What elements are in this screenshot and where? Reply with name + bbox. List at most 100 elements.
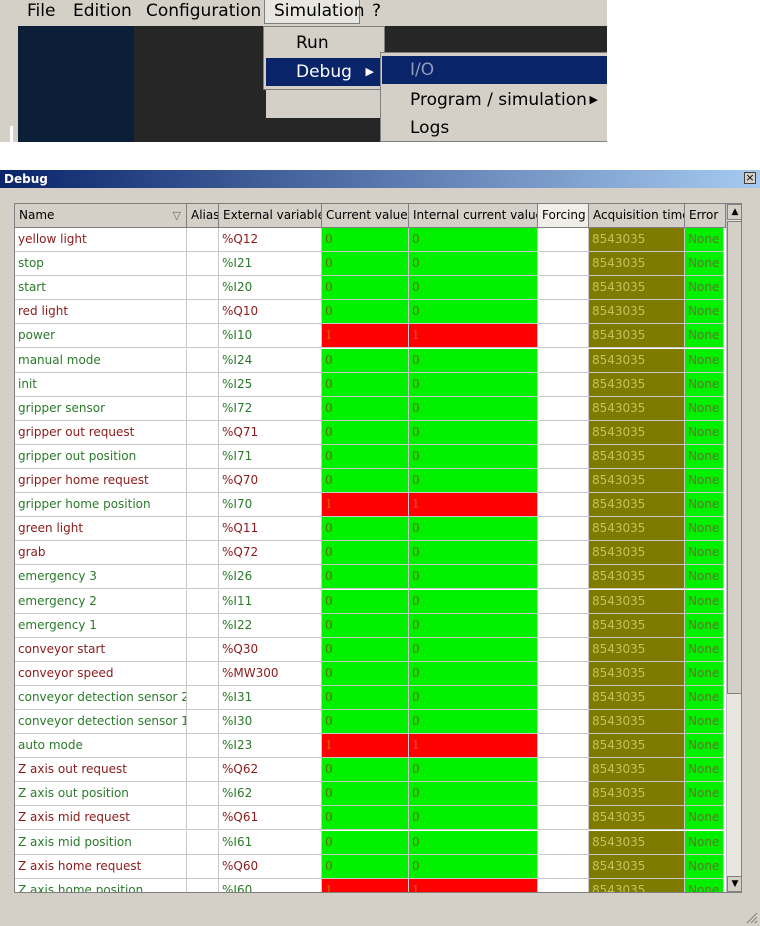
table-row[interactable]: Z axis mid request %Q61 0 0 8543035 None xyxy=(15,806,726,830)
scroll-up-arrow-icon[interactable]: ▲ xyxy=(727,204,741,220)
cell-forcing[interactable] xyxy=(538,806,589,830)
table-row[interactable]: Z axis out position %I62 0 0 8543035 None xyxy=(15,782,726,806)
cell-forcing[interactable] xyxy=(538,662,589,686)
menu-item-logs[interactable]: Logs xyxy=(382,114,607,142)
scrollbar-thumb[interactable] xyxy=(727,221,741,694)
simulation-dropdown: Run Debug ▶ xyxy=(263,26,385,90)
cell-forcing[interactable] xyxy=(538,638,589,662)
cell-name: Z axis mid position xyxy=(15,831,187,855)
cell-alias xyxy=(187,879,219,892)
cell-alias xyxy=(187,421,219,445)
cell-acquisition-time: 8543035 xyxy=(589,565,685,589)
cell-forcing[interactable] xyxy=(538,758,589,782)
table-row[interactable]: manual mode %I24 0 0 8543035 None xyxy=(15,349,726,373)
column-alias-header[interactable]: Alias xyxy=(187,204,219,228)
table-row[interactable]: power %I10 1 1 8543035 None xyxy=(15,324,726,348)
column-external-variable-header[interactable]: External variable xyxy=(219,204,322,228)
cell-acquisition-time: 8543035 xyxy=(589,855,685,879)
menu-file[interactable]: File xyxy=(27,0,55,26)
cell-forcing[interactable] xyxy=(538,565,589,589)
cell-forcing[interactable] xyxy=(538,493,589,517)
column-error-header[interactable]: Error xyxy=(685,204,726,228)
menu-item-debug[interactable]: Debug ▶ xyxy=(266,58,382,86)
cell-forcing[interactable] xyxy=(538,373,589,397)
sort-triangle-icon[interactable]: ▽ xyxy=(173,210,181,221)
cell-forcing[interactable] xyxy=(538,590,589,614)
cell-forcing[interactable] xyxy=(538,831,589,855)
cell-current-value: 0 xyxy=(322,397,409,421)
cell-forcing[interactable] xyxy=(538,686,589,710)
table-row[interactable]: green light %Q11 0 0 8543035 None xyxy=(15,517,726,541)
table-row[interactable]: Z axis mid position %I61 0 0 8543035 None xyxy=(15,831,726,855)
cell-forcing[interactable] xyxy=(538,421,589,445)
cell-forcing[interactable] xyxy=(538,324,589,348)
table-row[interactable]: gripper sensor %I72 0 0 8543035 None xyxy=(15,397,726,421)
cell-forcing[interactable] xyxy=(538,445,589,469)
cell-forcing[interactable] xyxy=(538,300,589,324)
cell-error: None xyxy=(685,686,724,710)
cell-forcing[interactable] xyxy=(538,541,589,565)
cell-name: conveyor detection sensor 1 xyxy=(15,710,187,734)
cell-name: gripper sensor xyxy=(15,397,187,421)
table-row[interactable]: init %I25 0 0 8543035 None xyxy=(15,373,726,397)
table-row[interactable]: conveyor detection sensor 1 %I30 0 0 8543035… xyxy=(15,710,726,734)
table-row[interactable]: emergency 2 %I11 0 0 8543035 None xyxy=(15,590,726,614)
menu-simulation[interactable]: Simulation xyxy=(264,0,365,24)
scroll-down-arrow-icon[interactable]: ▼ xyxy=(727,876,741,892)
cell-forcing[interactable] xyxy=(538,879,589,892)
table-row[interactable]: emergency 3 %I26 0 0 8543035 None xyxy=(15,565,726,589)
table-row[interactable]: conveyor start %Q30 0 0 8543035 None xyxy=(15,638,726,662)
cell-error: None xyxy=(685,831,724,855)
menu-configuration[interactable]: Configuration xyxy=(146,0,261,26)
column-forcing-header[interactable]: Forcing xyxy=(538,204,589,228)
cell-error: None xyxy=(685,662,724,686)
column-current-value-header[interactable]: Current value xyxy=(322,204,409,228)
table-row[interactable]: Z axis home position %I60 1 1 8543035 None xyxy=(15,879,726,892)
menu-edition[interactable]: Edition xyxy=(73,0,132,26)
cell-forcing[interactable] xyxy=(538,276,589,300)
menu-item-io[interactable]: I/O xyxy=(382,56,607,84)
resize-grip-icon[interactable] xyxy=(744,910,758,924)
menu-item-program-simulation[interactable]: Program / simulation ▶ xyxy=(382,86,607,114)
cell-alias xyxy=(187,831,219,855)
cell-forcing[interactable] xyxy=(538,397,589,421)
close-button[interactable]: × xyxy=(744,172,756,184)
table-row[interactable]: Z axis home request %Q60 0 0 8543035 None xyxy=(15,855,726,879)
cell-forcing[interactable] xyxy=(538,517,589,541)
cell-external-variable: %Q30 xyxy=(219,638,322,662)
table-row[interactable]: gripper out request %Q71 0 0 8543035 None xyxy=(15,421,726,445)
cell-forcing[interactable] xyxy=(538,855,589,879)
cell-name: green light xyxy=(15,517,187,541)
table-row[interactable]: red light %Q10 0 0 8543035 None xyxy=(15,300,726,324)
cell-acquisition-time: 8543035 xyxy=(589,734,685,758)
vertical-scrollbar[interactable]: ▲ ▼ xyxy=(726,204,741,892)
table-row[interactable]: gripper out position %I71 0 0 8543035 None xyxy=(15,445,726,469)
table-row[interactable]: stop %I21 0 0 8543035 None xyxy=(15,252,726,276)
cell-forcing[interactable] xyxy=(538,614,589,638)
cell-forcing[interactable] xyxy=(538,349,589,373)
column-acquisition-time-header[interactable]: Acquisition time xyxy=(589,204,685,228)
table-row[interactable]: emergency 1 %I22 0 0 8543035 None xyxy=(15,614,726,638)
table-row[interactable]: grab %Q72 0 0 8543035 None xyxy=(15,541,726,565)
cell-forcing[interactable] xyxy=(538,710,589,734)
cell-forcing[interactable] xyxy=(538,252,589,276)
menu-item-run[interactable]: Run xyxy=(266,29,382,57)
table-row[interactable]: conveyor detection sensor 2 %I31 0 0 8543035… xyxy=(15,686,726,710)
cell-forcing[interactable] xyxy=(538,734,589,758)
table-row[interactable]: auto mode %I23 1 1 8543035 None xyxy=(15,734,726,758)
table-row[interactable]: Z axis out request %Q62 0 0 8543035 None xyxy=(15,758,726,782)
table-row[interactable]: conveyor speed %MW300 0 0 8543035 None xyxy=(15,662,726,686)
cell-forcing[interactable] xyxy=(538,469,589,493)
title-bar[interactable]: Debug × xyxy=(0,170,760,188)
cell-forcing[interactable] xyxy=(538,782,589,806)
column-internal-current-value-header[interactable]: Internal current value xyxy=(409,204,538,228)
table-row[interactable]: yellow light %Q12 0 0 8543035 None xyxy=(15,228,726,252)
table-row[interactable]: gripper home position %I70 1 1 8543035 None xyxy=(15,493,726,517)
table-row[interactable]: start %I20 0 0 8543035 None xyxy=(15,276,726,300)
cell-current-value: 1 xyxy=(322,734,409,758)
column-name-header-label: Name xyxy=(19,208,55,222)
menu-help[interactable]: ? xyxy=(372,0,381,26)
table-row[interactable]: gripper home request %Q70 0 0 8543035 None xyxy=(15,469,726,493)
column-name-header[interactable]: Name ▽ xyxy=(15,204,187,228)
cell-forcing[interactable] xyxy=(538,228,589,252)
